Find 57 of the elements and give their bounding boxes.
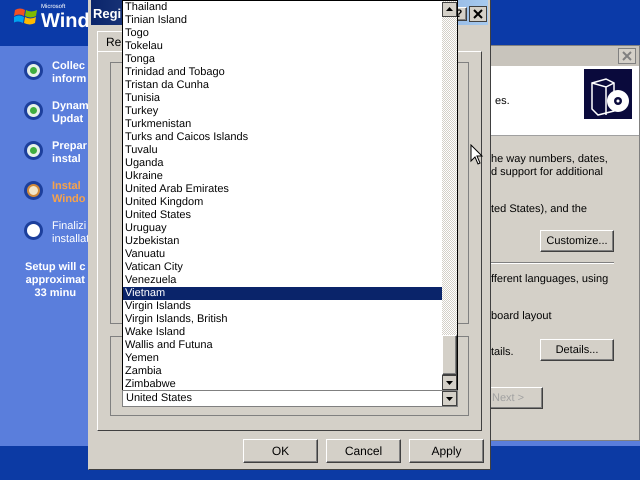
step-label: Dynam — [52, 100, 89, 113]
list-item[interactable]: Wallis and Futuna — [123, 339, 442, 352]
list-item[interactable]: Vatican City — [123, 261, 442, 274]
list-item[interactable]: Vietnam — [123, 287, 442, 300]
ok-button[interactable]: OK — [243, 439, 318, 463]
list-item[interactable]: Trinidad and Tobago — [123, 66, 442, 79]
estimate-text: approximat — [26, 274, 85, 287]
body-text: fferent languages, using — [491, 273, 610, 286]
estimate-text: 33 minu — [34, 287, 76, 300]
estimate-text: Setup will c — [25, 261, 86, 274]
body-text: tails. — [491, 346, 514, 359]
step-label: Collec — [52, 60, 86, 73]
list-item[interactable]: Yemen — [123, 352, 442, 365]
details-button[interactable]: Details... — [540, 339, 614, 361]
list-item[interactable]: Tinian Island — [123, 14, 442, 27]
list-item[interactable]: Vanuatu — [123, 248, 442, 261]
logo-text: Wind — [41, 10, 90, 32]
list-item[interactable]: Uruguay — [123, 222, 442, 235]
body-text: he way numbers, dates, — [491, 153, 609, 166]
list-item[interactable]: Thailand — [123, 1, 442, 14]
step-label: Updat — [52, 113, 84, 126]
list-item[interactable]: Wake Island — [123, 326, 442, 339]
header-text: es. — [495, 94, 510, 109]
step-label: Windo — [52, 193, 86, 206]
body-text: d support for additional — [491, 166, 604, 179]
step-label: Prepar — [52, 140, 87, 153]
list-item[interactable]: Turkey — [123, 105, 442, 118]
body-text: board layout — [491, 310, 553, 323]
list-item[interactable]: Virgin Islands — [123, 300, 442, 313]
list-item[interactable]: United States — [123, 209, 442, 222]
list-item[interactable]: Ukraine — [123, 170, 442, 183]
list-item[interactable]: Uzbekistan — [123, 235, 442, 248]
body-text: ted States), and the — [491, 203, 588, 216]
list-item[interactable]: Turks and Caicos Islands — [123, 131, 442, 144]
combo-box[interactable]: United States — [122, 390, 458, 407]
list-item[interactable]: Tuvalu — [123, 144, 442, 157]
list-item[interactable]: Tonga — [123, 53, 442, 66]
list-item[interactable]: Venezuela — [123, 274, 442, 287]
cancel-button[interactable]: Cancel — [326, 439, 401, 463]
list-item[interactable]: Zambia — [123, 365, 442, 378]
step-label: instal — [52, 153, 82, 166]
step-label: Instal — [52, 180, 82, 193]
list-item[interactable]: United Kingdom — [123, 196, 442, 209]
list-item[interactable]: Zimbabwe — [123, 378, 442, 391]
step-label: inform — [52, 73, 86, 86]
customize-button[interactable]: Customize... — [540, 230, 614, 252]
list-item[interactable]: Tunisia — [123, 92, 442, 105]
step-label: Finalizi — [52, 220, 88, 233]
step-label: installat — [52, 233, 90, 246]
window-title: Regi — [93, 5, 122, 24]
list-item[interactable]: Tristan da Cunha — [123, 79, 442, 92]
list-item[interactable]: United Arab Emirates — [123, 183, 442, 196]
list-item[interactable]: Uganda — [123, 157, 442, 170]
combo-value: United States — [125, 391, 194, 406]
list-item[interactable]: Virgin Islands, British — [123, 313, 442, 326]
apply-button[interactable]: Apply — [409, 439, 484, 463]
list-item[interactable]: Turkmenistan — [123, 118, 442, 131]
